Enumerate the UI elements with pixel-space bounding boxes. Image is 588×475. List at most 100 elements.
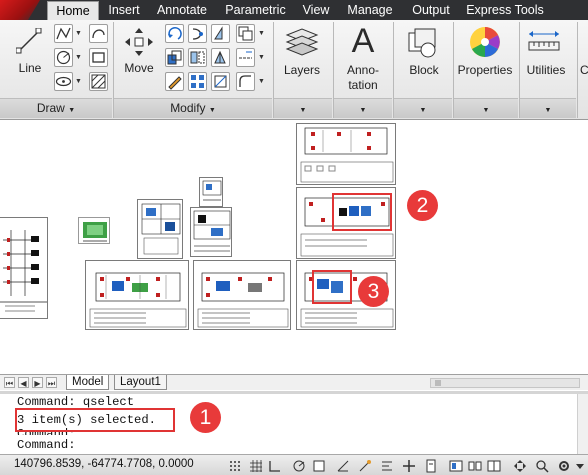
chevron-down-icon: ▼ [544, 107, 552, 114]
grid-button[interactable] [247, 457, 264, 473]
mirror-tool[interactable] [188, 48, 207, 67]
polyline-icon [56, 27, 71, 40]
chevron-down-icon[interactable]: ▼ [258, 78, 265, 85]
tab-model[interactable]: Model [66, 375, 110, 390]
previous-layout-button[interactable]: ◀ [18, 377, 29, 388]
copy-tool[interactable] [236, 24, 255, 43]
ribbon-panel-area: Line ▼ ▼ ▼ Draw ▼ Move ▼ ▼ ▼ Modify ▼ La… [0, 20, 588, 120]
command-prompt[interactable]: Command: [17, 438, 76, 452]
horizontal-scrollbar[interactable] [430, 378, 580, 388]
drawing-sheet[interactable] [137, 199, 183, 259]
detail-view[interactable] [78, 217, 110, 244]
ducs-button[interactable] [356, 457, 373, 473]
drawing-sheet[interactable] [85, 260, 189, 330]
last-layout-button[interactable]: ⏭ [46, 377, 57, 388]
scale-icon [214, 50, 226, 64]
array-tool[interactable] [188, 72, 207, 91]
tab-annotate[interactable]: Annotate [151, 0, 213, 20]
chevron-down-icon: ▼ [419, 107, 427, 114]
tab-home[interactable]: Home [47, 1, 99, 21]
drawing-sheet[interactable] [296, 123, 396, 185]
trim-tool[interactable] [188, 24, 207, 43]
chevron-down-icon[interactable]: ▼ [258, 30, 265, 37]
quick-view-layouts-button[interactable] [466, 457, 483, 473]
tab-layout1[interactable]: Layout1 [114, 375, 167, 390]
rectangle-tool[interactable] [89, 48, 108, 67]
circle-tool[interactable] [54, 48, 73, 67]
tab-express-tools[interactable]: Express Tools [462, 0, 548, 20]
application-menu-button[interactable] [0, 0, 40, 20]
drawing-sheet[interactable] [199, 177, 223, 207]
ellipse-tool[interactable] [54, 72, 73, 91]
quick-properties-button[interactable] [422, 457, 439, 473]
dyn-button[interactable] [378, 457, 395, 473]
otrack-button[interactable] [334, 457, 351, 473]
explode-tool[interactable] [211, 72, 230, 91]
scrollbar-thumb[interactable] [435, 380, 441, 386]
workspace-button[interactable] [555, 457, 572, 473]
modify-panel-footer[interactable]: Modify ▼ [114, 98, 272, 118]
tab-output[interactable]: Output [404, 0, 458, 20]
command-scrollbar[interactable] [577, 394, 588, 454]
next-layout-button[interactable]: ▶ [32, 377, 43, 388]
pencil-icon [168, 76, 182, 90]
stretch-tool[interactable] [165, 48, 184, 67]
annotation-panel-footer[interactable]: ▼ [334, 98, 392, 118]
drawing-sheet[interactable] [0, 217, 48, 319]
utilities-panel-footer[interactable]: ▼ [520, 98, 576, 118]
snap-button[interactable] [226, 457, 243, 473]
selection-highlight-2 [332, 193, 392, 231]
chamfer-tool[interactable] [236, 72, 255, 91]
erase-tool[interactable] [211, 24, 230, 43]
quick-view-drawings-button[interactable] [485, 457, 502, 473]
tab-parametric[interactable]: Parametric [218, 0, 293, 20]
fillet-tool[interactable] [165, 72, 184, 91]
polar-button[interactable] [290, 457, 307, 473]
ortho-button[interactable] [266, 457, 283, 473]
layers-panel-footer[interactable]: ▼ [274, 98, 332, 118]
drawing-canvas[interactable]: 2 3 [0, 121, 588, 374]
scale-tool[interactable] [211, 48, 230, 67]
pan-button[interactable] [511, 457, 528, 473]
line-tool-label[interactable]: Line [10, 61, 50, 76]
command-history-line: Command: qselect [17, 395, 135, 409]
chevron-down-icon[interactable]: ▼ [75, 78, 82, 85]
rotate-tool[interactable] [165, 24, 184, 43]
plan-drawing [300, 127, 394, 183]
lineweight-button[interactable] [400, 457, 417, 473]
line-icon[interactable] [16, 28, 42, 54]
hatch-tool[interactable] [89, 72, 108, 91]
callout-badge-3: 3 [358, 276, 389, 307]
polar-icon [293, 460, 305, 472]
arc-tool[interactable] [89, 24, 108, 43]
drawing-sheet[interactable] [190, 207, 232, 257]
zoom-button[interactable] [533, 457, 550, 473]
draw-panel-footer[interactable]: Draw ▼ [0, 98, 112, 118]
tab-view[interactable]: View [296, 0, 336, 20]
move-icon[interactable] [124, 27, 154, 57]
first-layout-button[interactable]: ⏮ [4, 377, 15, 388]
clipboard-panel-partial[interactable]: C [580, 63, 588, 77]
chevron-down-icon[interactable]: ▼ [75, 30, 82, 37]
rectangle-icon [92, 52, 105, 63]
osnap-button[interactable] [310, 457, 327, 473]
properties-panel-footer[interactable]: ▼ [454, 98, 518, 118]
chevron-down-icon: ▼ [299, 107, 307, 114]
polyline-tool[interactable] [54, 24, 73, 43]
model-space-button[interactable] [447, 457, 464, 473]
chevron-down-icon[interactable]: ▼ [258, 54, 265, 61]
tab-manage[interactable]: Manage [342, 0, 398, 20]
drawing-sheet[interactable] [193, 260, 291, 330]
chevron-down-icon[interactable]: ▼ [75, 54, 82, 61]
coordinate-display[interactable]: 140796.8539, -64774.7708, 0.0000 [14, 458, 194, 470]
move-tool-label[interactable]: Move [117, 61, 161, 76]
block-panel-footer[interactable]: ▼ [394, 98, 452, 118]
offset-tool[interactable] [236, 48, 255, 67]
command-line[interactable]: Command: qselect 3 item(s) selected. Com… [0, 391, 588, 454]
tab-insert[interactable]: Insert [100, 0, 148, 20]
plus-icon [403, 460, 415, 472]
erase-icon [214, 26, 223, 40]
layers-icon [285, 28, 319, 56]
otrack-icon [337, 460, 349, 472]
status-menu-button[interactable] [572, 457, 588, 473]
